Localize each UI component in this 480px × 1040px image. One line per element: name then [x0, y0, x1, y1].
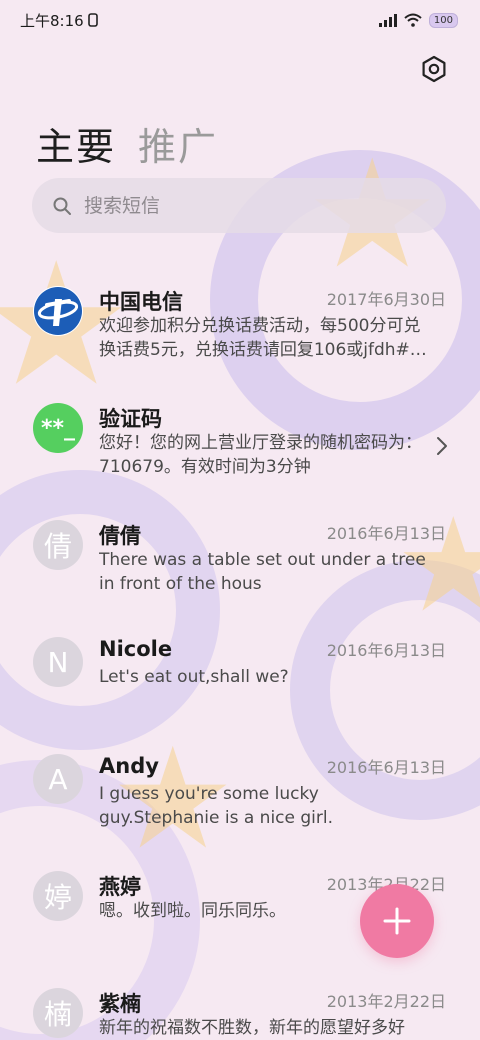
- contact-name: 燕婷: [99, 875, 141, 899]
- avatar: **_: [33, 403, 83, 453]
- conversation-item[interactable]: **_ 验证码 您好！您的网上营业厅登录的随机密码为：710679。有效时间为3…: [0, 389, 480, 506]
- message-date: 2016年6月13日: [326, 524, 446, 543]
- avatar: 倩: [33, 520, 83, 570]
- plus-icon: [383, 907, 411, 935]
- message-preview: 欢迎参加积分兑换话费活动，每500分可兑换话费5元，兑换话费请回复106或jfd…: [99, 316, 427, 360]
- avatar: N: [33, 637, 83, 687]
- message-preview: I guess you're some lucky guy.Stephanie …: [99, 784, 334, 828]
- settings-icon[interactable]: [420, 55, 448, 83]
- conversation-item[interactable]: N Nicole 2016年6月13日 Let's eat out,shall …: [0, 623, 480, 740]
- avatar: 婷: [33, 871, 83, 921]
- vibrate-icon: [87, 13, 98, 27]
- search-input[interactable]: [84, 194, 384, 217]
- message-date: 2016年6月13日: [326, 758, 446, 777]
- tab-promotions[interactable]: 推广: [138, 116, 218, 171]
- signal-icon: [378, 14, 397, 27]
- avatar: A: [33, 754, 83, 804]
- conversation-item[interactable]: 倩 倩倩 2016年6月13日 There was a table set ou…: [0, 506, 480, 623]
- message-preview: Let's eat out,shall we?: [99, 667, 289, 687]
- contact-name: 倩倩: [99, 524, 141, 548]
- contact-name: 验证码: [99, 407, 162, 431]
- message-preview: There was a table set out under a tree i…: [99, 550, 426, 594]
- status-time: 上午8:16: [20, 11, 84, 30]
- battery-indicator: 100: [428, 12, 458, 28]
- conversation-item[interactable]: 楠 紫楠 2013年2月22日 新年的祝福数不胜数，新年的愿望好多好多，新年的问…: [0, 974, 480, 1040]
- search-icon: [53, 197, 71, 215]
- conversation-item[interactable]: A Andy 2016年6月13日 I guess you're some lu…: [0, 740, 480, 857]
- avatar: [33, 286, 83, 336]
- message-date: 2013年2月22日: [326, 992, 446, 1011]
- tab-main[interactable]: 主要: [36, 116, 116, 171]
- status-bar: 上午8:16 100: [0, 0, 480, 40]
- message-date: 2016年6月13日: [326, 641, 446, 660]
- china-telecom-logo-icon: [34, 287, 82, 335]
- tab-bar: 主要 推广: [36, 116, 218, 171]
- message-preview: 您好！您的网上营业厅登录的随机密码为：710679。有效时间为3分钟: [99, 433, 422, 477]
- avatar: 楠: [33, 988, 83, 1038]
- contact-name: Nicole: [99, 637, 173, 661]
- message-preview: 新年的祝福数不胜数，新年的愿望好多好多，新年的问候依旧美好，在这个温馨的…: [99, 1018, 405, 1038]
- contact-name: Andy: [99, 754, 159, 778]
- compose-button[interactable]: [360, 884, 434, 958]
- chevron-right-icon[interactable]: [434, 434, 450, 458]
- contact-name: 紫楠: [99, 992, 141, 1016]
- wifi-icon: [404, 13, 422, 27]
- message-date: 2017年6月30日: [326, 290, 446, 309]
- contact-name: 中国电信: [99, 290, 183, 314]
- conversation-item[interactable]: 中国电信 2017年6月30日 欢迎参加积分兑换话费活动，每500分可兑换话费5…: [0, 272, 480, 389]
- search-bar[interactable]: [32, 178, 446, 233]
